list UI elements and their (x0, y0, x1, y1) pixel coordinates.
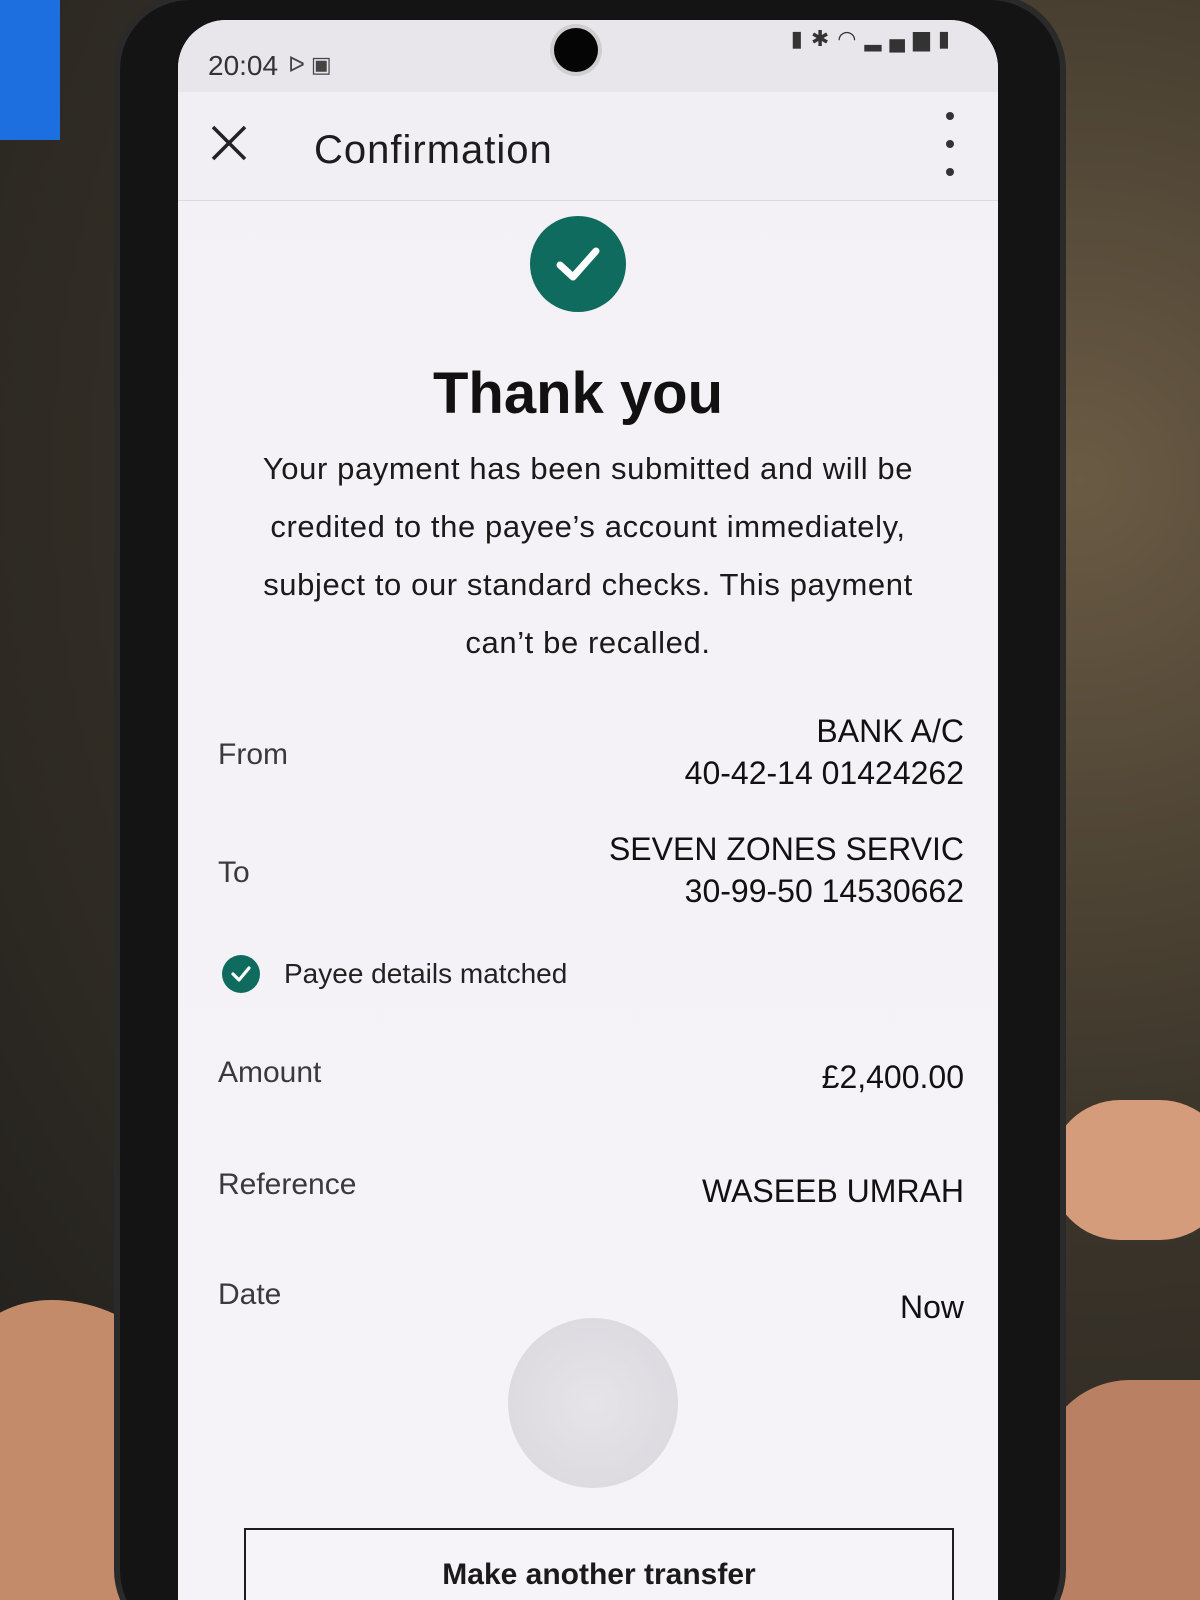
to-value: SEVEN ZONES SERVIC 30-99-50 14530662 (444, 828, 964, 912)
front-camera (554, 28, 598, 72)
to-payee-name: SEVEN ZONES SERVIC (608, 831, 964, 867)
to-account-number: 30-99-50 14530662 (684, 873, 964, 909)
payee-matched-text: Payee details matched (284, 958, 568, 989)
check-circle-icon (222, 955, 260, 993)
hand-right (1040, 1380, 1200, 1600)
battery-icon: ▮ (937, 26, 958, 51)
confirmation-title: Thank you (432, 361, 724, 426)
app-bar: Confirmation (178, 92, 998, 201)
payee-matched-status: Payee details matched (222, 952, 567, 996)
date-value: Now (899, 1289, 964, 1325)
page-title: Confirmation (314, 128, 553, 172)
make-another-transfer-button[interactable]: Make another transfer (244, 1528, 954, 1600)
to-label: To (218, 856, 250, 889)
amount-value: £2,400.00 (821, 1059, 964, 1095)
status-right-icons: ▮✱◠▂▄▆▮ (791, 26, 958, 52)
signal-icon: ▂▄▆ (864, 26, 938, 51)
finger-right (1050, 1100, 1200, 1240)
status-bar: 20:04 ᐅ▣ ▮✱◠▂▄▆▮ (178, 20, 998, 92)
from-account-number: 40-42-14 01424262 (684, 755, 964, 791)
from-account-name: BANK A/C (816, 713, 964, 749)
playstation-icon: ᐅ (288, 52, 311, 77)
calendar-icon: ▣ (310, 52, 338, 77)
confirmation-message: Your payment has been submitted and will… (262, 451, 914, 660)
fingerprint-sensor-area (508, 1318, 678, 1488)
reference-label: Reference (218, 1168, 357, 1201)
from-value: BANK A/C 40-42-14 01424262 (444, 710, 964, 794)
more-icon-dot (946, 112, 954, 120)
phone-screen: 20:04 ᐅ▣ ▮✱◠▂▄▆▮ Confirmation Thank you … (178, 20, 998, 1600)
date-label: Date (218, 1278, 282, 1311)
more-options-button[interactable] (930, 112, 970, 176)
make-another-transfer-label: Make another transfer (442, 1558, 756, 1591)
background-monitor (0, 0, 60, 140)
photo-scene: 20:04 ᐅ▣ ▮✱◠▂▄▆▮ Confirmation Thank you … (0, 0, 1200, 1600)
more-icon-dot (946, 140, 954, 148)
from-label: From (218, 738, 288, 771)
bluetooth-icon: ✱ (810, 26, 838, 51)
more-icon-dot (946, 168, 954, 176)
amount-label: Amount (218, 1056, 322, 1089)
wifi-icon: ◠ (837, 26, 865, 51)
status-left-icons: ᐅ▣ (288, 52, 338, 78)
close-button[interactable] (202, 116, 256, 170)
close-icon (211, 125, 247, 161)
lock-icon: ▮ (790, 26, 811, 51)
reference-value: WASEEB UMRAH (702, 1173, 964, 1209)
success-check-icon (530, 216, 626, 312)
status-time: 20:04 (208, 50, 279, 81)
